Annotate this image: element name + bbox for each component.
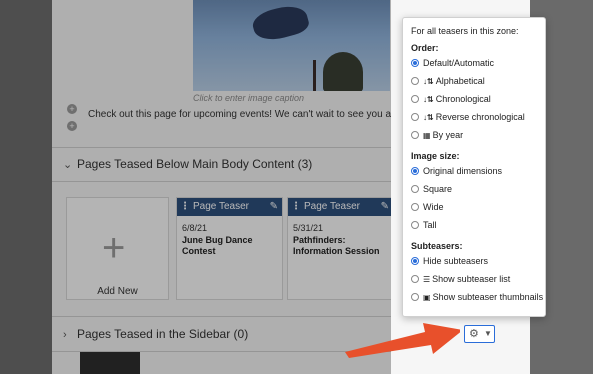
- radio-selected[interactable]: [411, 167, 419, 175]
- order-option-alphabetical[interactable]: ↓⇅ Alphabetical: [411, 75, 485, 87]
- subteasers-label: Subteasers:: [411, 241, 463, 251]
- add-block-icon[interactable]: +: [67, 104, 77, 114]
- section-title: Pages Teased Below Main Body Content (3): [77, 157, 313, 171]
- image-size-label: Image size:: [411, 151, 460, 161]
- radio[interactable]: [411, 185, 419, 193]
- radio-selected[interactable]: [411, 257, 419, 265]
- zone-settings-button[interactable]: ⚙ ▼: [464, 325, 495, 343]
- gear-icon: ⚙: [469, 328, 479, 340]
- teaser-card[interactable]: ⋮ Page Teaser ✎ 6/8/21 June Bug Dance Co…: [176, 197, 283, 300]
- popover-intro: For all teasers in this zone:: [411, 26, 519, 36]
- sort-numeric-desc-icon: ↓⇅: [423, 113, 434, 122]
- teaser-header: ⋮ Page Teaser ✎: [177, 198, 282, 216]
- size-option-original[interactable]: Original dimensions: [411, 165, 502, 177]
- sub-option-list[interactable]: ☰ Show subteaser list: [411, 273, 510, 285]
- radio[interactable]: [411, 95, 419, 103]
- teaser-title: Page Teaser: [193, 201, 249, 212]
- sort-alpha-icon: ↓⇅: [423, 77, 434, 86]
- section-pages-below[interactable]: ⌄ Pages Teased Below Main Body Content (3…: [63, 157, 312, 171]
- add-block-icon[interactable]: +: [67, 121, 77, 131]
- teaser-name: June Bug Dance Contest: [182, 235, 253, 256]
- teaser-title: Page Teaser: [304, 201, 360, 212]
- radio[interactable]: [411, 113, 419, 121]
- left-gutter: [0, 0, 52, 374]
- add-new-teaser[interactable]: + Add New: [66, 197, 169, 300]
- sort-numeric-icon: ↓⇅: [423, 95, 434, 104]
- radio[interactable]: [411, 221, 419, 229]
- section-pages-sidebar[interactable]: › Pages Teased in the Sidebar (0): [63, 327, 248, 341]
- radio[interactable]: [411, 203, 419, 211]
- thumbnails-icon: ▣: [423, 293, 431, 302]
- plus-icon: +: [102, 226, 126, 270]
- order-option-chronological[interactable]: ↓⇅ Chronological: [411, 93, 491, 105]
- radio[interactable]: [411, 77, 419, 85]
- chevron-down-icon: ⌄: [63, 159, 73, 171]
- radio[interactable]: [411, 293, 419, 301]
- body-text[interactable]: Check out this page for upcoming events!…: [88, 109, 440, 120]
- teaser-date: 5/31/21: [293, 223, 324, 233]
- radio[interactable]: [411, 275, 419, 283]
- teaser-settings-popover: For all teasers in this zone: Order: Def…: [402, 17, 546, 317]
- pencil-icon[interactable]: ✎: [381, 198, 389, 216]
- caret-down-icon: ▼: [484, 329, 492, 338]
- pencil-icon[interactable]: ✎: [270, 198, 278, 216]
- order-option-reverse-chronological[interactable]: ↓⇅ Reverse chronological: [411, 111, 525, 123]
- add-new-label: Add New: [97, 286, 138, 297]
- size-option-wide[interactable]: Wide: [411, 201, 444, 213]
- calendar-grid-icon: ▦: [423, 131, 431, 140]
- size-option-square[interactable]: Square: [411, 183, 452, 195]
- image-post: [313, 60, 316, 91]
- teaser-header: ⋮ Page Teaser ✎: [288, 198, 393, 216]
- teaser-card[interactable]: ⋮ Page Teaser ✎ 5/31/21 Pathfinders: Inf…: [287, 197, 394, 300]
- bottom-thumbnail: [80, 352, 140, 374]
- image-caption[interactable]: Click to enter image caption: [193, 93, 390, 103]
- list-icon: ☰: [423, 275, 431, 284]
- image-tree: [323, 52, 363, 91]
- order-option-by-year[interactable]: ▦ By year: [411, 129, 463, 141]
- chevron-right-icon: ›: [63, 329, 67, 341]
- annotation-arrow: [345, 323, 460, 358]
- size-option-tall[interactable]: Tall: [411, 219, 437, 231]
- radio[interactable]: [411, 131, 419, 139]
- drag-handle-icon[interactable]: ⋮: [180, 198, 190, 216]
- drag-handle-icon[interactable]: ⋮: [291, 198, 301, 216]
- order-option-default[interactable]: Default/Automatic: [411, 57, 494, 69]
- image-subject: [250, 1, 311, 45]
- main-image[interactable]: [193, 0, 390, 91]
- sub-option-thumbnails[interactable]: ▣ Show subteaser thumbnails: [411, 291, 543, 303]
- section-title: Pages Teased in the Sidebar (0): [77, 327, 249, 341]
- sub-option-hide[interactable]: Hide subteasers: [411, 255, 488, 267]
- order-label: Order:: [411, 43, 439, 53]
- teaser-name: Pathfinders: Information Session: [293, 235, 380, 256]
- radio-selected[interactable]: [411, 59, 419, 67]
- teaser-date: 6/8/21: [182, 223, 208, 233]
